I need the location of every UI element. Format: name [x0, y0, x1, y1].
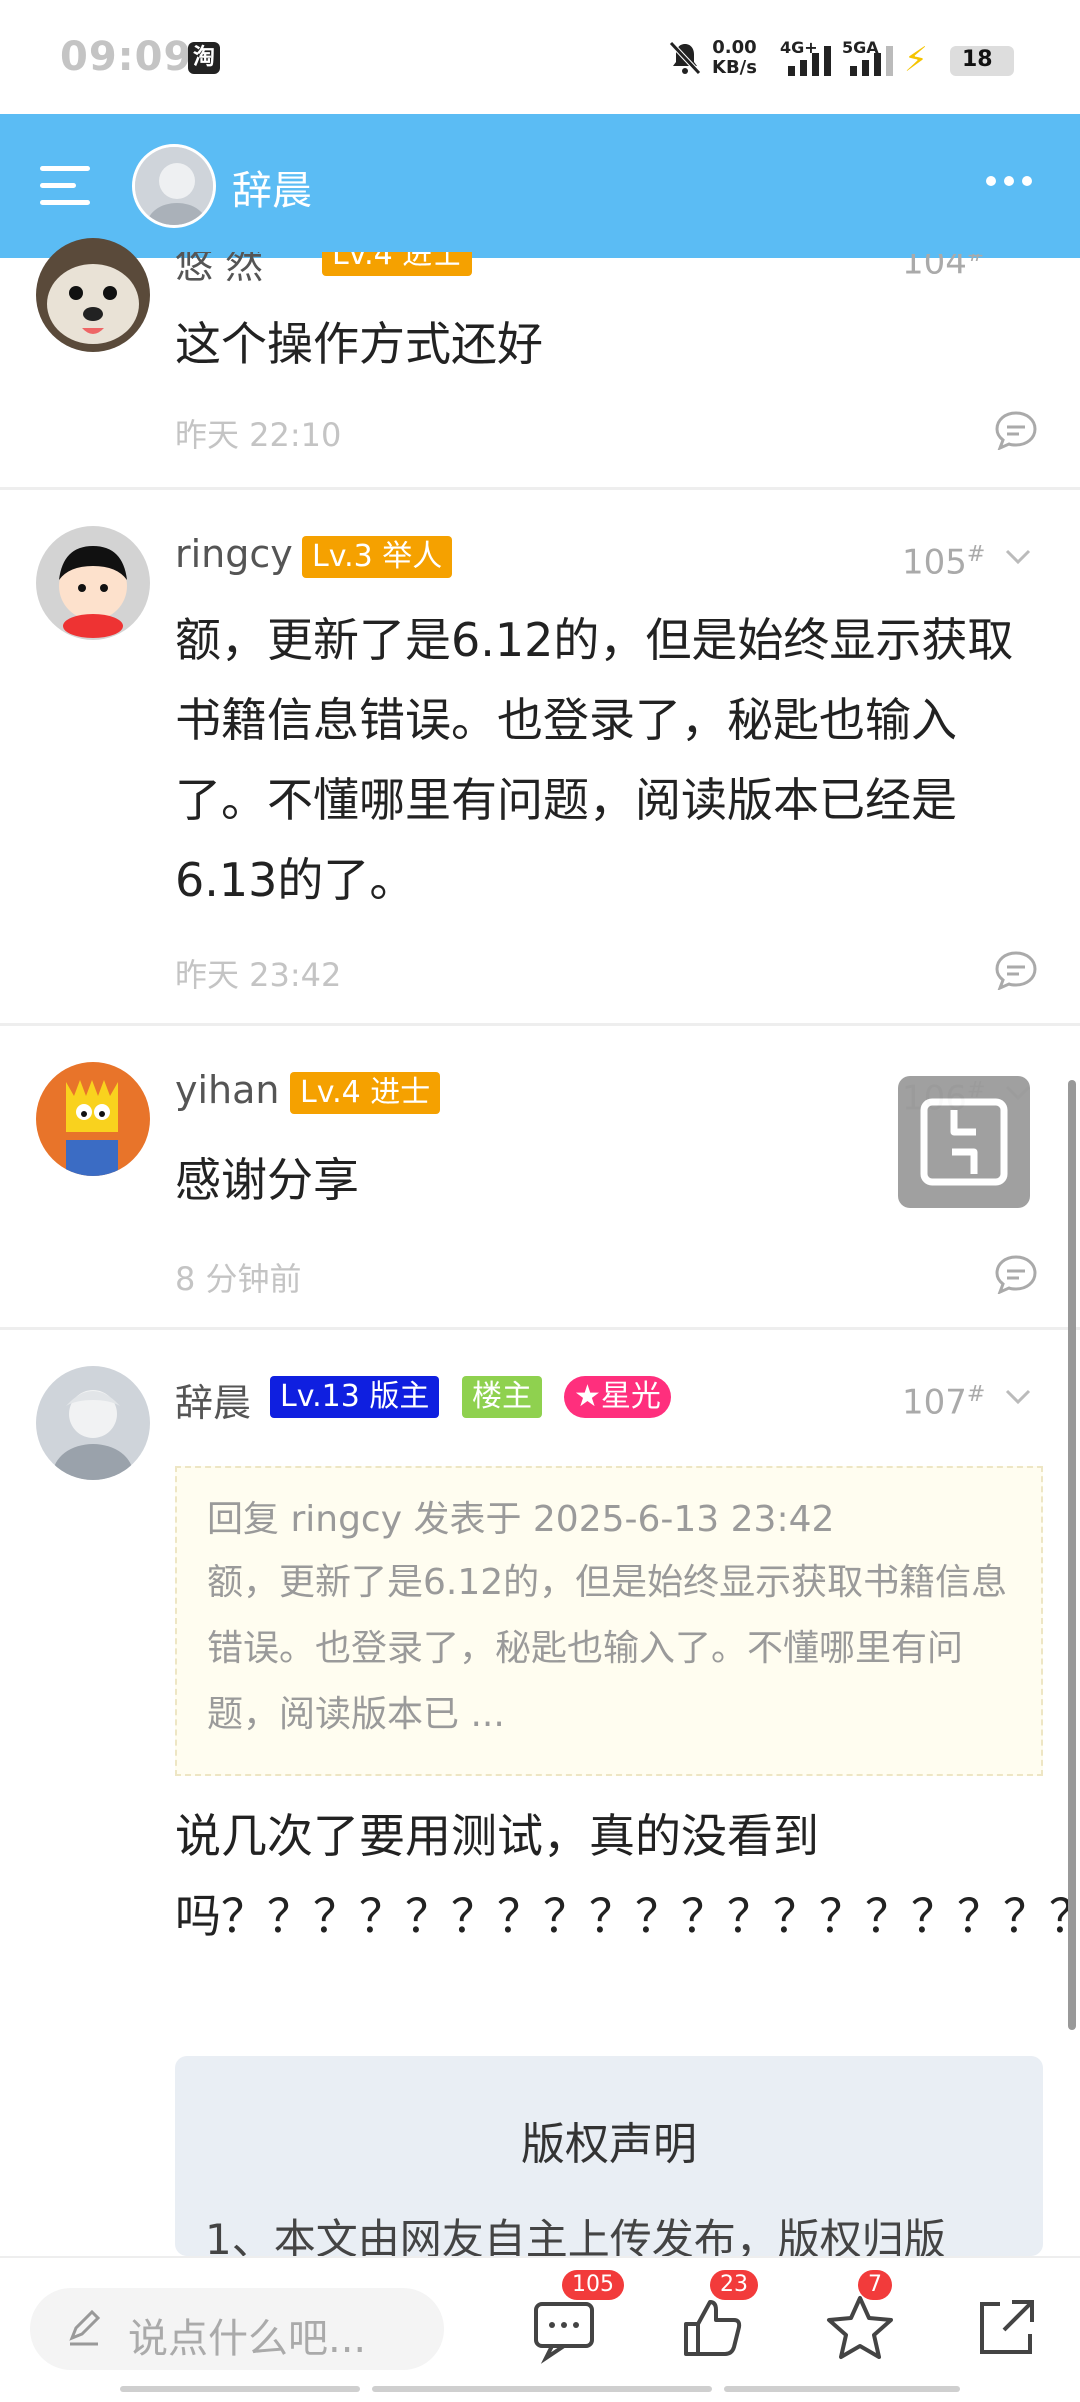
mute-bell-icon — [668, 40, 702, 85]
pencil-icon — [69, 2309, 101, 2346]
username[interactable]: 辞晨 — [175, 1372, 251, 1427]
floor-value: 107 — [902, 1382, 967, 1423]
quote-header: 回复 ringcy 发表于 2025-6-13 23:42 — [207, 1499, 835, 1540]
user-avatar[interactable] — [36, 1366, 150, 1480]
signal-bars-icon — [788, 46, 831, 76]
post-105: ringcy Lv.3 举人 105# 额，更新了是6.12的，但是始终显示获取… — [0, 490, 1080, 1026]
header-avatar[interactable] — [132, 144, 216, 228]
level-badge: Lv.3 举人 — [302, 536, 453, 578]
comment-count: 105 — [562, 2270, 624, 2300]
username[interactable]: yihan — [175, 1068, 280, 1112]
speed-unit: KB/s — [712, 57, 757, 78]
floor-value: 105 — [902, 542, 967, 583]
floor-number: 107# — [902, 1382, 986, 1423]
status-bar: 09:09 淘 0.00 KB/s 4G+ 5GA ⚡ 18 — [0, 0, 1080, 114]
star-icon — [827, 2296, 893, 2359]
star-badge: ★星光 — [564, 1376, 671, 1418]
reply-icon[interactable] — [994, 1254, 1038, 1294]
floating-window-icon[interactable] — [898, 1076, 1030, 1208]
bottom-action-bar: 说点什么吧... 105 23 7 — [0, 2256, 1080, 2402]
post-time: 8 分钟前 — [175, 1260, 302, 1298]
user-avatar[interactable] — [36, 238, 150, 352]
like-button[interactable]: 23 — [672, 2270, 758, 2368]
scrollbar[interactable] — [1068, 1080, 1076, 2030]
menu-icon[interactable] — [40, 166, 90, 206]
charging-bolt-icon: ⚡ — [904, 40, 928, 80]
user-avatar[interactable] — [36, 526, 150, 640]
battery-icon: 18 — [950, 46, 1014, 76]
username[interactable]: ringcy — [175, 532, 293, 576]
chevron-down-icon[interactable] — [1004, 1382, 1032, 1410]
reply-icon[interactable] — [994, 410, 1038, 450]
reply-quote[interactable]: 回复 ringcy 发表于 2025-6-13 23:42 额，更新了是6.12… — [175, 1466, 1043, 1776]
chevron-down-icon[interactable] — [1004, 542, 1032, 570]
gesture-nav-bar[interactable] — [120, 2386, 960, 2394]
level-badge: Lv.13 版主 — [270, 1376, 440, 1418]
copyright-line: 1、本文由网友自主上传发布，版权归版 — [205, 2215, 946, 2256]
quote-text: 额，更新了是6.12的，但是始终显示获取书籍信息错误。也登录了，秘匙也输入了。不… — [207, 1562, 1008, 1735]
post-content: 说几次了要用测试，真的没看到吗？？？？？？？？？？？？？？？？？？？？ — [175, 1809, 1080, 1943]
header-title: 辞晨 — [232, 168, 312, 214]
post-107: 辞晨 Lv.13 版主 楼主 ★星光 107# 回复 ringcy 发表于 20… — [0, 1330, 1080, 2256]
copyright-title: 版权声明 — [521, 2119, 697, 2170]
post-content: 额，更新了是6.12的，但是始终显示获取书籍信息错误。也登录了，秘匙也输入了。不… — [175, 613, 1014, 907]
post-time: 昨天 23:42 — [175, 956, 342, 994]
comments-button[interactable]: 105 — [524, 2270, 624, 2368]
more-options-icon[interactable] — [986, 174, 1040, 190]
network-speed: 0.00 KB/s — [712, 38, 757, 78]
share-button[interactable] — [966, 2288, 1046, 2368]
post-time: 昨天 22:10 — [175, 416, 342, 454]
level-badge: Lv.4 进士 — [290, 1072, 441, 1114]
copyright-box: 版权声明 1、本文由网友自主上传发布，版权归版 — [175, 2056, 1043, 2256]
post-104: 悠 然 Lv.4 进士 104# 这个操作方式还好 昨天 22:10 — [0, 238, 1080, 490]
floor-number: 105# — [902, 542, 986, 583]
comment-icon — [534, 2302, 594, 2364]
favorite-button[interactable]: 7 — [820, 2270, 900, 2368]
owner-badge: 楼主 — [462, 1376, 542, 1418]
share-icon — [980, 2300, 1034, 2354]
taobao-icon: 淘 — [188, 42, 220, 74]
user-avatar[interactable] — [36, 1062, 150, 1176]
reply-icon[interactable] — [994, 950, 1038, 990]
app-header: 辞晨 — [0, 114, 1080, 258]
signal-bars-icon-2 — [850, 46, 893, 76]
battery-level: 18 — [962, 47, 993, 72]
comment-placeholder: 说点什么吧... — [128, 2316, 367, 2362]
comment-input[interactable]: 说点什么吧... — [30, 2288, 444, 2370]
status-time: 09:09 — [60, 34, 193, 80]
favorite-count: 7 — [858, 2270, 892, 2300]
thumbs-up-icon — [684, 2300, 742, 2356]
speed-value: 0.00 — [712, 37, 757, 58]
post-content: 这个操作方式还好 — [175, 317, 543, 371]
like-count: 23 — [710, 2270, 758, 2300]
